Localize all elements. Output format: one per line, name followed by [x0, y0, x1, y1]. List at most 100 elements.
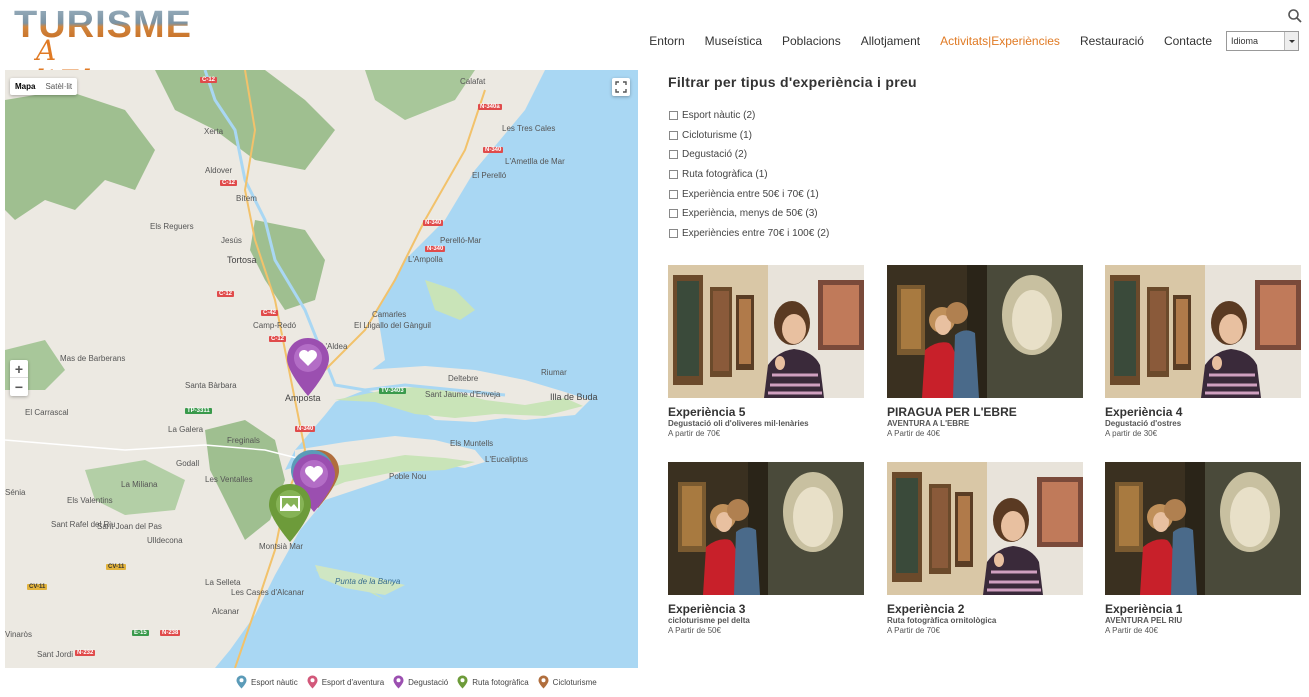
- map-label: Jesús: [221, 236, 242, 245]
- experience-card[interactable]: Experiència 4 Degustació d'ostres A part…: [1105, 265, 1301, 460]
- nav-item-museistica[interactable]: Museística: [705, 34, 762, 48]
- experience-photo[interactable]: [668, 265, 864, 398]
- map-type-control: Mapa Satèl·lit: [10, 78, 78, 95]
- road-shield: C-12: [217, 291, 235, 297]
- nav-item-poblacions[interactable]: Poblacions: [782, 34, 841, 48]
- experience-card[interactable]: Experiència 1 AVENTURA PEL RIU A Partir …: [1105, 462, 1301, 657]
- children-museum-image: [887, 265, 1083, 398]
- legend-degustacio: Degustació: [393, 675, 448, 689]
- experience-price: A partir de 70€: [668, 429, 721, 438]
- children-museum-image: [1105, 462, 1301, 595]
- map-label: Xerta: [204, 127, 224, 136]
- map-label: Les Tres Cales: [502, 124, 556, 133]
- experience-title[interactable]: PIRAGUA PER L'EBRE: [887, 406, 1083, 419]
- ruta-fotografica-marker[interactable]: [267, 482, 313, 544]
- legend-ruta-fotografica: Ruta fotogràfica: [457, 675, 529, 689]
- road-shield: C-12: [269, 336, 287, 342]
- filter-option[interactable]: Cicloturisme (1): [669, 126, 829, 146]
- children-museum-image: [668, 462, 864, 595]
- checkbox[interactable]: [669, 209, 678, 219]
- checkbox[interactable]: [669, 130, 678, 140]
- map-label: Vinaròs: [5, 630, 32, 639]
- experience-subtitle: Degustació oli d'oliveres mil·lenàries: [668, 419, 809, 428]
- language-select[interactable]: Idioma: [1226, 31, 1299, 51]
- map-label: Calafat: [460, 77, 486, 86]
- road-shield: N-340a: [478, 104, 502, 110]
- map-legend: Esport nàutic Esport d'aventura Degustac…: [236, 675, 606, 689]
- degustacio-marker-amposta[interactable]: [285, 336, 331, 398]
- map-label: Bítem: [236, 194, 257, 203]
- road-shield: CV-11: [27, 584, 48, 590]
- legend-label: Esport d'aventura: [321, 677, 385, 687]
- nav-item-entorn[interactable]: Entorn: [649, 34, 684, 48]
- fullscreen-icon[interactable]: [612, 78, 630, 96]
- experience-photo[interactable]: [1105, 462, 1301, 595]
- experience-card[interactable]: PIRAGUA PER L'EBRE AVENTURA A L'EBRE A P…: [887, 265, 1083, 460]
- experience-card[interactable]: Experiència 3 cicloturisme pel delta A P…: [668, 462, 864, 657]
- checkbox[interactable]: [669, 228, 678, 238]
- filter-option[interactable]: Experiències entre 70€ i 100€ (2): [669, 224, 829, 244]
- map-label: Sant Joan del Pas: [97, 522, 162, 531]
- experience-card[interactable]: Experiència 2 Ruta fotogràfica ornitològ…: [887, 462, 1083, 657]
- map-label: Tortosa: [227, 255, 257, 265]
- zoom-in-button[interactable]: +: [10, 360, 28, 378]
- filter-option[interactable]: Degustació (2): [669, 145, 829, 165]
- experience-title[interactable]: Experiència 3: [668, 603, 864, 616]
- filter-option[interactable]: Experiència entre 50€ i 70€ (1): [669, 184, 829, 204]
- pin-icon: [393, 675, 404, 689]
- site-logo[interactable]: TURISME A l'Ebre: [14, 6, 191, 96]
- checkbox[interactable]: [669, 170, 678, 180]
- nav-item-allotjament[interactable]: Allotjament: [861, 34, 920, 48]
- map-label: Aldover: [205, 166, 233, 175]
- filter-label: Degustació (2): [682, 149, 748, 161]
- checkbox[interactable]: [669, 111, 678, 121]
- map-label: El Carrascal: [25, 408, 69, 417]
- map-label: La Galera: [168, 425, 204, 434]
- zoom-out-button[interactable]: −: [10, 378, 28, 396]
- map[interactable]: Calafat Les Tres Cales Xerta L'Ametlla d…: [5, 70, 638, 668]
- experience-title[interactable]: Experiència 1: [1105, 603, 1301, 616]
- experience-card[interactable]: Experiència 5 Degustació oli d'oliveres …: [668, 265, 864, 460]
- nav-item-restauracio[interactable]: Restauració: [1080, 34, 1144, 48]
- filter-option[interactable]: Ruta fotogràfica (1): [669, 165, 829, 185]
- filter-label: Experiències entre 70€ i 100€ (2): [682, 227, 830, 239]
- road-shield: N-340: [423, 220, 444, 226]
- nav-item-activitats[interactable]: Activitats|Experiències: [940, 34, 1060, 48]
- experience-price: A Partir de 40€: [1105, 626, 1158, 635]
- experience-title[interactable]: Experiència 5: [668, 406, 864, 419]
- experience-photo[interactable]: [887, 265, 1083, 398]
- experience-photo[interactable]: [887, 462, 1083, 595]
- map-type-satellite-button[interactable]: Satèl·lit: [40, 78, 77, 95]
- legend-cicloturisme: Cicloturisme: [538, 675, 597, 689]
- checkbox[interactable]: [669, 189, 678, 199]
- experience-price: A partir de 30€: [1105, 429, 1158, 438]
- map-type-map-button[interactable]: Mapa: [10, 78, 40, 95]
- filter-label: Esport nàutic (2): [682, 110, 756, 122]
- experience-photo[interactable]: [668, 462, 864, 595]
- road-shield: N-238: [160, 630, 181, 636]
- road-shield: TV-3403: [379, 388, 406, 394]
- main-nav: Entorn Museística Poblacions Allotjament…: [629, 30, 1299, 52]
- experience-title[interactable]: Experiència 4: [1105, 406, 1301, 419]
- filter-title: Filtrar per tipus d'experiència i preu: [668, 74, 917, 90]
- checkbox[interactable]: [669, 150, 678, 160]
- road-shield: C-12: [220, 180, 238, 186]
- map-label: El Perelló: [472, 171, 507, 180]
- zoom-control: + −: [10, 360, 28, 396]
- filter-option[interactable]: Experiència, menys de 50€ (3): [669, 204, 829, 224]
- map-label: Les Ventalles: [205, 475, 253, 484]
- map-label: Freginals: [227, 436, 260, 445]
- map-label: Sant Jaume d'Enveja: [425, 390, 501, 399]
- road-shield: C-42: [261, 310, 279, 316]
- map-label: Les Cases d'Alcanar: [231, 588, 305, 597]
- legend-label: Esport nàutic: [251, 677, 298, 687]
- woman-museum-image: [1105, 265, 1301, 398]
- road-shield: N-340: [425, 246, 446, 252]
- filter-label: Cicloturisme (1): [682, 129, 753, 141]
- experience-title[interactable]: Experiència 2: [887, 603, 1083, 616]
- search-icon[interactable]: [1287, 8, 1303, 24]
- filter-option[interactable]: Esport nàutic (2): [669, 106, 829, 126]
- experience-photo[interactable]: [1105, 265, 1301, 398]
- nav-item-contacte[interactable]: Contacte: [1164, 34, 1212, 48]
- map-label: Sénia: [5, 488, 26, 497]
